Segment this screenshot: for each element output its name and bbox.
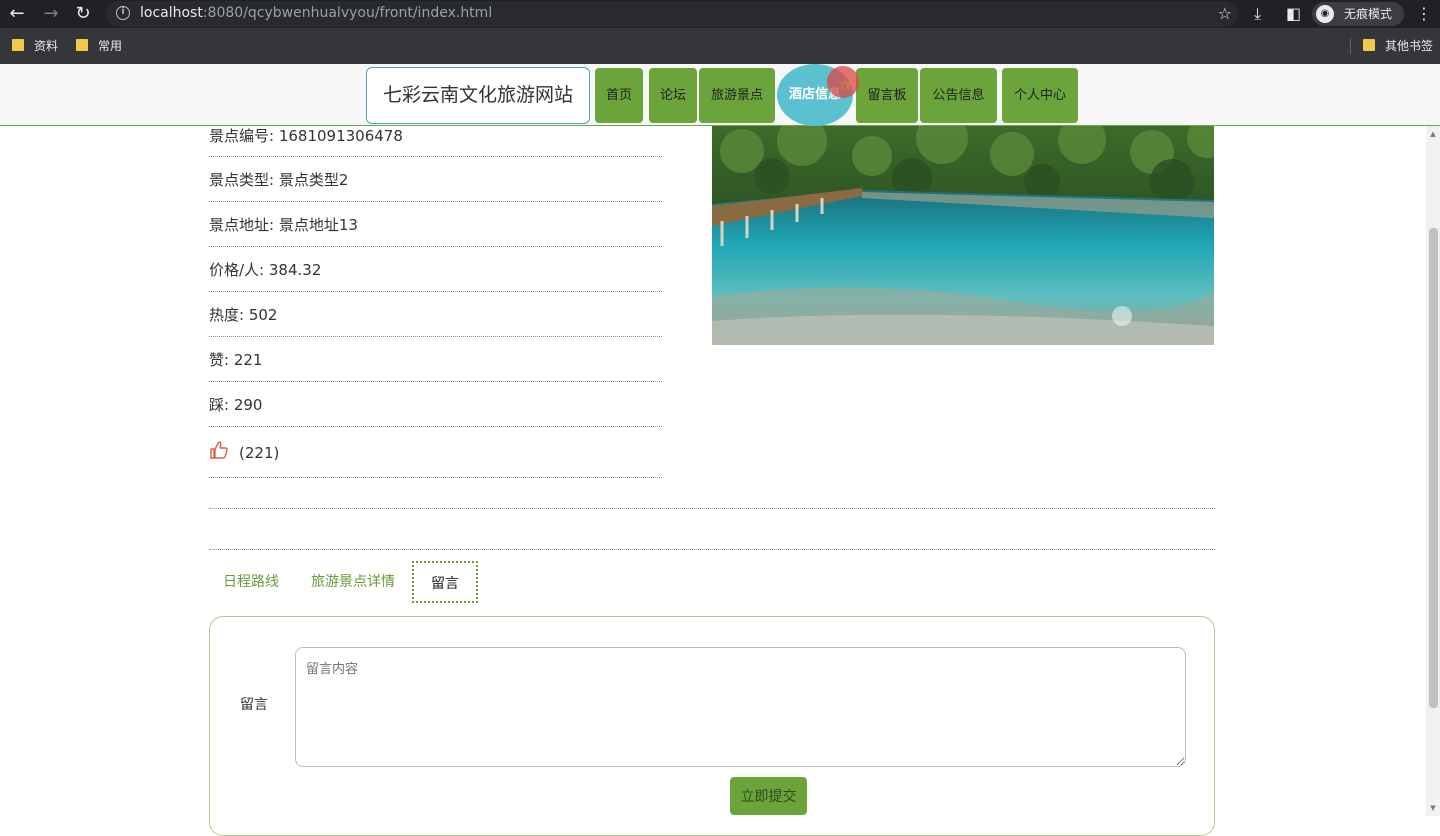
page-scrollbar[interactable]: ▲ ▼ <box>1426 126 1440 816</box>
nav-attractions[interactable]: 旅游景点 <box>699 68 775 123</box>
bookmark-star-icon[interactable]: ☆ <box>1218 4 1232 23</box>
side-panel-icon[interactable]: ◧ <box>1286 4 1301 23</box>
download-icon[interactable]: ⤓ <box>1254 4 1261 24</box>
folder-icon <box>1363 39 1375 51</box>
nav-home[interactable]: 首页 <box>595 68 643 123</box>
pointer-hand-icon: ☞ <box>840 76 855 95</box>
message-textarea[interactable] <box>295 647 1186 767</box>
info-icon[interactable]: i <box>116 6 130 20</box>
menu-kebab-icon[interactable]: ⋮ <box>1416 4 1432 23</box>
thumbs-up-icon[interactable] <box>209 440 229 460</box>
incognito-label: 无痕模式 <box>1344 7 1393 21</box>
info-row-price: 价格/人: 384.32 <box>209 247 662 292</box>
nav-forum[interactable]: 论坛 <box>649 68 697 123</box>
tab-message[interactable]: 留言 <box>412 561 478 603</box>
address-bar[interactable]: i localhost:8080/qcybwenhualvyou/front/i… <box>106 1 1238 27</box>
scroll-down-icon[interactable]: ▼ <box>1429 804 1437 812</box>
mouse-cursor: ☞ <box>827 66 859 98</box>
back-arrow-icon[interactable]: ← <box>6 3 28 25</box>
info-row-id: 景点编号: 1681091306478 <box>209 127 662 157</box>
nav-announcements[interactable]: 公告信息 <box>920 68 997 123</box>
bookmarks-bar: 资料 常用 其他书签 <box>0 28 1440 64</box>
info-row-address: 景点地址: 景点地址13 <box>209 202 662 247</box>
scroll-thumb[interactable] <box>1429 228 1438 708</box>
reload-icon[interactable]: ↻ <box>72 3 94 25</box>
info-row-heat: 热度: 502 <box>209 292 662 337</box>
folder-icon <box>76 39 88 51</box>
scenic-photo <box>712 126 1214 345</box>
tab-attraction-details[interactable]: 旅游景点详情 <box>302 561 404 603</box>
url-text[interactable]: localhost:8080/qcybwenhualvyou/front/ind… <box>140 5 492 21</box>
like-count: (221) <box>239 444 280 462</box>
info-row-dislikes: 踩: 290 <box>209 382 662 427</box>
browser-toolbar: ← → ↻ i localhost:8080/qcybwenhualvyou/f… <box>0 0 1440 28</box>
scroll-up-icon[interactable]: ▲ <box>1429 130 1437 138</box>
nav-message-board[interactable]: 留言板 <box>856 68 918 123</box>
bookmark-folder-other[interactable]: 其他书签 <box>1363 38 1433 54</box>
submit-button[interactable]: 立即提交 <box>730 777 807 815</box>
like-row: (221) <box>209 428 662 478</box>
incognito-indicator[interactable]: ◉ 无痕模式 <box>1312 2 1404 26</box>
forward-arrow-icon[interactable]: → <box>40 3 62 25</box>
incognito-icon: ◉ <box>1316 5 1334 23</box>
bookmark-separator <box>1350 38 1351 54</box>
nav-user-center[interactable]: 个人中心 <box>1002 68 1078 123</box>
section-divider <box>209 508 1215 509</box>
bookmark-folder-changyong[interactable]: 常用 <box>76 38 122 54</box>
tab-itinerary[interactable]: 日程路线 <box>214 561 288 603</box>
site-title[interactable]: 七彩云南文化旅游网站 <box>366 67 590 124</box>
message-label: 留言 <box>240 697 268 713</box>
section-divider <box>209 549 1215 550</box>
bookmark-folder-ziliao[interactable]: 资料 <box>12 38 58 54</box>
info-row-likes: 赞: 221 <box>209 337 662 382</box>
folder-icon <box>12 39 24 51</box>
info-row-type: 景点类型: 景点类型2 <box>209 157 662 202</box>
site-header: 七彩云南文化旅游网站 首页 论坛 旅游景点 酒店信息 留言板 公告信息 个人中心 <box>0 64 1440 126</box>
